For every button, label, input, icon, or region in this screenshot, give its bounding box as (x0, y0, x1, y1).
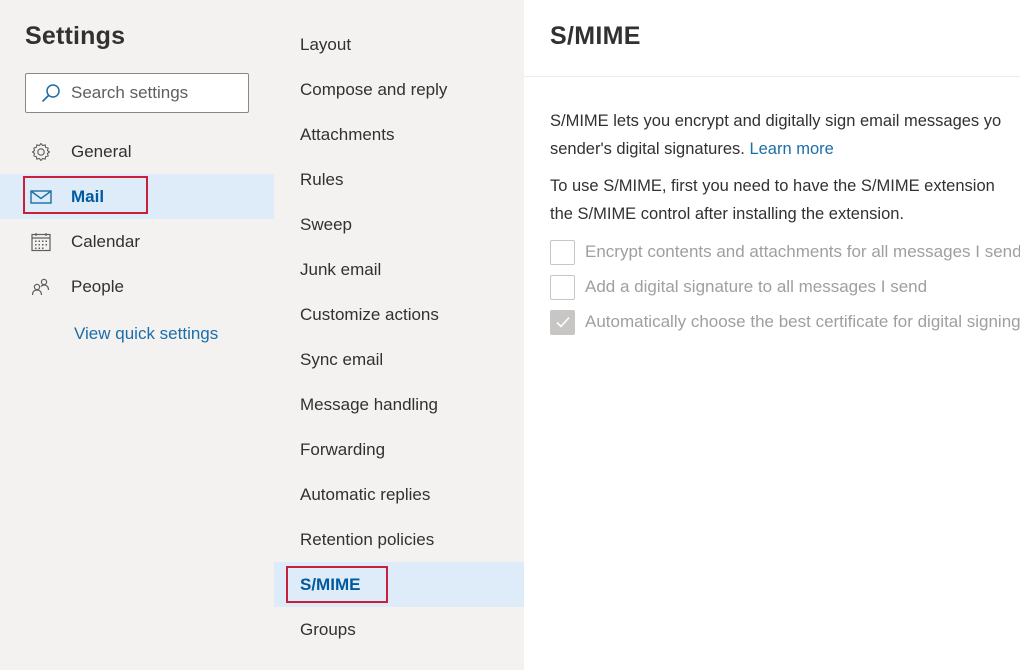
subnav-item-smime[interactable]: S/MIME (274, 562, 524, 607)
intro-paragraph: S/MIME lets you encrypt and digitally si… (550, 107, 1020, 163)
settings-title: Settings (25, 22, 126, 50)
gear-icon (30, 141, 52, 163)
subnav-item-compose-and-reply[interactable]: Compose and reply (274, 67, 524, 112)
subnav-item-retention-policies[interactable]: Retention policies (274, 517, 524, 562)
extension-line-2: the S/MIME control after installing the … (550, 205, 905, 223)
calendar-icon (30, 231, 52, 253)
mail-icon (30, 186, 52, 208)
option-encrypt-all[interactable]: Encrypt contents and attachments for all… (550, 239, 1020, 265)
subnav-item-groups[interactable]: Groups (274, 607, 524, 652)
subnav-item-rules[interactable]: Rules (274, 157, 524, 202)
subnav-item-sync-email[interactable]: Sync email (274, 337, 524, 382)
option-sign-all[interactable]: Add a digital signature to all messages … (550, 274, 927, 300)
option-auto-certificate[interactable]: Automatically choose the best certificat… (550, 309, 1020, 335)
smime-settings-pane: S/MIME S/MIME lets you encrypt and digit… (524, 0, 1020, 670)
search-settings-input[interactable] (71, 83, 231, 103)
extension-line-1: To use S/MIME, first you need to have th… (550, 177, 995, 195)
nav-item-label: Mail (71, 186, 105, 206)
settings-nav: Settings General Mail (0, 0, 274, 670)
mail-settings-subnav: Layout Compose and reply Attachments Rul… (274, 0, 524, 670)
subnav-item-automatic-replies[interactable]: Automatic replies (274, 472, 524, 517)
subnav-item-customize-actions[interactable]: Customize actions (274, 292, 524, 337)
nav-item-general[interactable]: General (0, 129, 274, 174)
encrypt-checkbox[interactable] (550, 239, 575, 265)
intro-line-1: S/MIME lets you encrypt and digitally si… (550, 112, 1002, 130)
view-quick-settings-link[interactable]: View quick settings (74, 324, 218, 344)
checkmark-icon (555, 316, 570, 328)
option-label: Automatically choose the best certificat… (585, 312, 1020, 331)
nav-item-label: General (71, 141, 132, 161)
subnav-item-junk-email[interactable]: Junk email (274, 247, 524, 292)
intro-line-2-text: sender's digital signatures. (550, 140, 750, 158)
content-header: S/MIME (524, 0, 1020, 77)
subnav-item-message-handling[interactable]: Message handling (274, 382, 524, 427)
auto-certificate-checkbox[interactable] (550, 309, 575, 335)
search-settings-box[interactable] (25, 73, 249, 113)
extension-paragraph: To use S/MIME, first you need to have th… (550, 172, 1020, 228)
nav-item-label: People (71, 276, 124, 296)
nav-item-mail[interactable]: Mail (0, 174, 274, 219)
learn-more-link[interactable]: Learn more (749, 140, 833, 158)
nav-item-label: Calendar (71, 231, 140, 251)
subnav-item-forwarding[interactable]: Forwarding (274, 427, 524, 472)
nav-item-people[interactable]: People (0, 264, 274, 309)
nav-item-calendar[interactable]: Calendar (0, 219, 274, 264)
intro-line-2: sender's digital signatures. Learn more (550, 135, 1020, 163)
search-icon (42, 84, 60, 102)
option-label: Encrypt contents and attachments for all… (585, 242, 1020, 261)
option-label: Add a digital signature to all messages … (585, 277, 928, 296)
people-icon (30, 276, 52, 298)
subnav-item-sweep[interactable]: Sweep (274, 202, 524, 247)
sign-checkbox[interactable] (550, 274, 575, 300)
subnav-item-attachments[interactable]: Attachments (274, 112, 524, 157)
page-title: S/MIME (550, 22, 641, 50)
subnav-item-layout[interactable]: Layout (274, 22, 524, 67)
